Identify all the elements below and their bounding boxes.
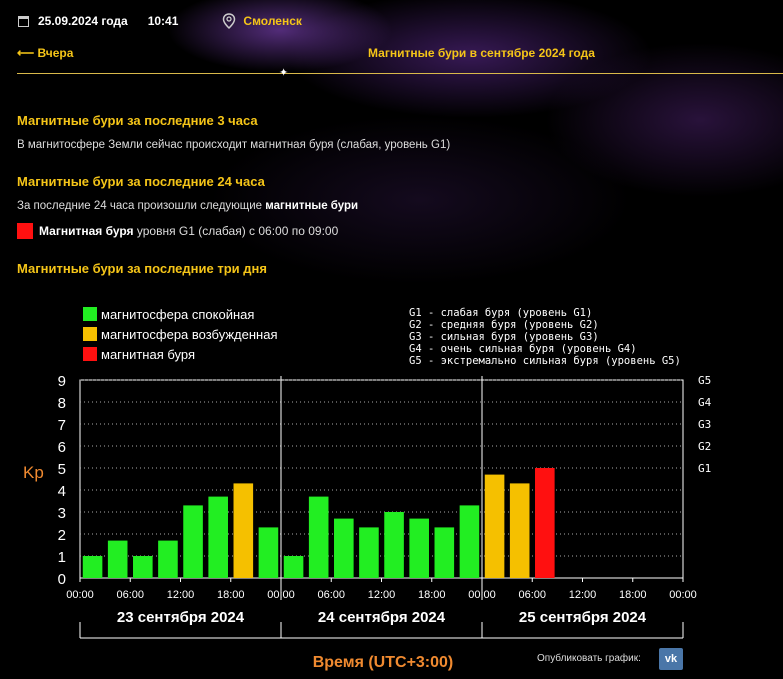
- day-label: 24 сентября 2024: [318, 609, 446, 626]
- y-tick-label: 4: [58, 483, 66, 500]
- legend-swatch-excited: [83, 327, 97, 341]
- x-tick-label: 12:00: [569, 589, 597, 601]
- legend-swatch-storm: [83, 347, 97, 361]
- x-tick-label: 12:00: [167, 589, 195, 601]
- back-link[interactable]: ⟵ Вчера: [17, 46, 73, 60]
- y-tick-label: 0: [58, 571, 66, 588]
- g-legend-5: G5 - экстремально сильная буря (уровень …: [409, 355, 681, 367]
- status-24h-prefix: За последние 24 часа произошли следующие: [17, 200, 263, 212]
- kp-bar: [359, 527, 379, 578]
- kp-bar: [484, 474, 505, 578]
- g-level-label: G1: [698, 462, 711, 475]
- current-date: 25.09.2024 года: [38, 14, 128, 28]
- back-link-label: Вчера: [37, 46, 74, 60]
- plot-area: 0 1 2 3 4 5 6 7 8 9 G1 G2 G3 G4 G5 00:00 06:00 12:00 18:00…: [58, 373, 712, 639]
- status-3h: В магнитосфере Земли сейчас происходит м…: [17, 139, 451, 151]
- kp-bar: [158, 540, 178, 578]
- day-label: 25 сентября 2024: [519, 609, 647, 626]
- kp-bar: [283, 556, 304, 578]
- kp-bar: [82, 556, 103, 578]
- storm-entry: Магнитная буря уровня G1 (слабая) с 06:0…: [17, 223, 338, 239]
- g-level-label: G4: [698, 396, 712, 409]
- section-title-3h: Магнитные бури за последние 3 часа: [17, 113, 258, 128]
- vk-share-button[interactable]: vk: [659, 648, 683, 670]
- g-level-label: G2: [698, 440, 711, 453]
- kp-chart: магнитосфера спокойная магнитосфера возб…: [23, 307, 712, 671]
- section-title-3days: Магнитные бури за последние три дня: [17, 261, 267, 276]
- x-tick-label: 18:00: [619, 589, 647, 601]
- y-axis-title: Kp: [23, 463, 44, 482]
- legend-swatch-calm: [83, 307, 97, 321]
- status-24h-bold: магнитные бури: [265, 200, 359, 212]
- x-tick-label: 12:00: [368, 589, 396, 601]
- storm-entry-title: Магнитная буря: [39, 224, 134, 238]
- top-bar: 25.09.2024 года 10:41 Смоленск: [18, 11, 302, 31]
- legend-label-storm: магнитная буря: [101, 347, 195, 362]
- page-title: Магнитные бури в сентябре 2024 года: [368, 46, 595, 60]
- g-legend-3: G3 - сильная буря (уровень G3): [409, 331, 599, 343]
- g-level-label: G3: [698, 418, 711, 431]
- current-time: 10:41: [147, 14, 179, 28]
- storm-color-swatch: [17, 223, 33, 239]
- star-icon: ✦: [279, 67, 289, 79]
- x-tick-label: 00:00: [669, 589, 697, 601]
- share-label: Опубликовать график:: [537, 653, 641, 664]
- y-tick-label: 1: [58, 549, 66, 566]
- calendar-icon: [18, 15, 29, 27]
- kp-bar: [308, 496, 329, 578]
- kp-bar: [233, 483, 254, 578]
- kp-bar: [535, 468, 555, 578]
- x-tick-label: 18:00: [217, 589, 245, 601]
- kp-bar: [208, 496, 228, 578]
- y-tick-label: 9: [58, 373, 66, 390]
- y-tick-label: 3: [58, 505, 66, 522]
- section-title-24h: Магнитные бури за последние 24 часа: [17, 174, 265, 189]
- kp-bar: [434, 527, 455, 578]
- location-pin-icon: [223, 13, 236, 29]
- y-tick-label: 5: [58, 461, 66, 478]
- y-tick-label: 7: [58, 417, 66, 434]
- x-axis-title: Время (UTC+3:00): [313, 654, 454, 671]
- kp-bar: [409, 518, 429, 578]
- day-label: 23 сентября 2024: [117, 609, 245, 626]
- kp-bar: [183, 505, 203, 578]
- x-tick-label: 18:00: [418, 589, 446, 601]
- city-link[interactable]: Смоленск: [243, 14, 301, 28]
- status-24h: За последние 24 часа произошли следующие…: [17, 200, 358, 212]
- g-legend-1: G1 - слабая буря (уровень G1): [409, 307, 592, 319]
- kp-bar: [459, 505, 480, 578]
- x-tick-label: 06:00: [518, 589, 546, 601]
- kp-bar: [384, 512, 404, 578]
- x-tick-label: 00:00: [468, 589, 496, 601]
- g-legend-2: G2 - средняя буря (уровень G2): [409, 319, 599, 331]
- legend-label-excited: магнитосфера возбужденная: [101, 327, 278, 342]
- y-tick-label: 6: [58, 439, 66, 456]
- y-tick-label: 2: [58, 527, 66, 544]
- kp-bar: [334, 518, 354, 578]
- kp-bar: [258, 527, 279, 578]
- g-level-label: G5: [698, 374, 711, 387]
- legend-label-calm: магнитосфера спокойная: [101, 307, 254, 322]
- page: 25.09.2024 года 10:41 Смоленск ⟵ Вчера М…: [0, 0, 783, 679]
- y-tick-label: 8: [58, 395, 66, 412]
- kp-bar: [107, 540, 128, 578]
- x-tick-label: 06:00: [116, 589, 144, 601]
- g-legend-4: G4 - очень сильная буря (уровень G4): [409, 343, 637, 355]
- kp-bar: [509, 483, 530, 578]
- x-tick-label: 00:00: [66, 589, 94, 601]
- x-tick-label: 00:00: [267, 589, 295, 601]
- vk-icon: vk: [664, 653, 678, 665]
- x-tick-label: 06:00: [317, 589, 345, 601]
- kp-bar: [133, 556, 153, 578]
- navigation-bar: ⟵ Вчера Магнитные бури в сентябре 2024 г…: [17, 44, 783, 74]
- storm-entry-details: уровня G1 (слабая) с 06:00 по 09:00: [136, 224, 339, 238]
